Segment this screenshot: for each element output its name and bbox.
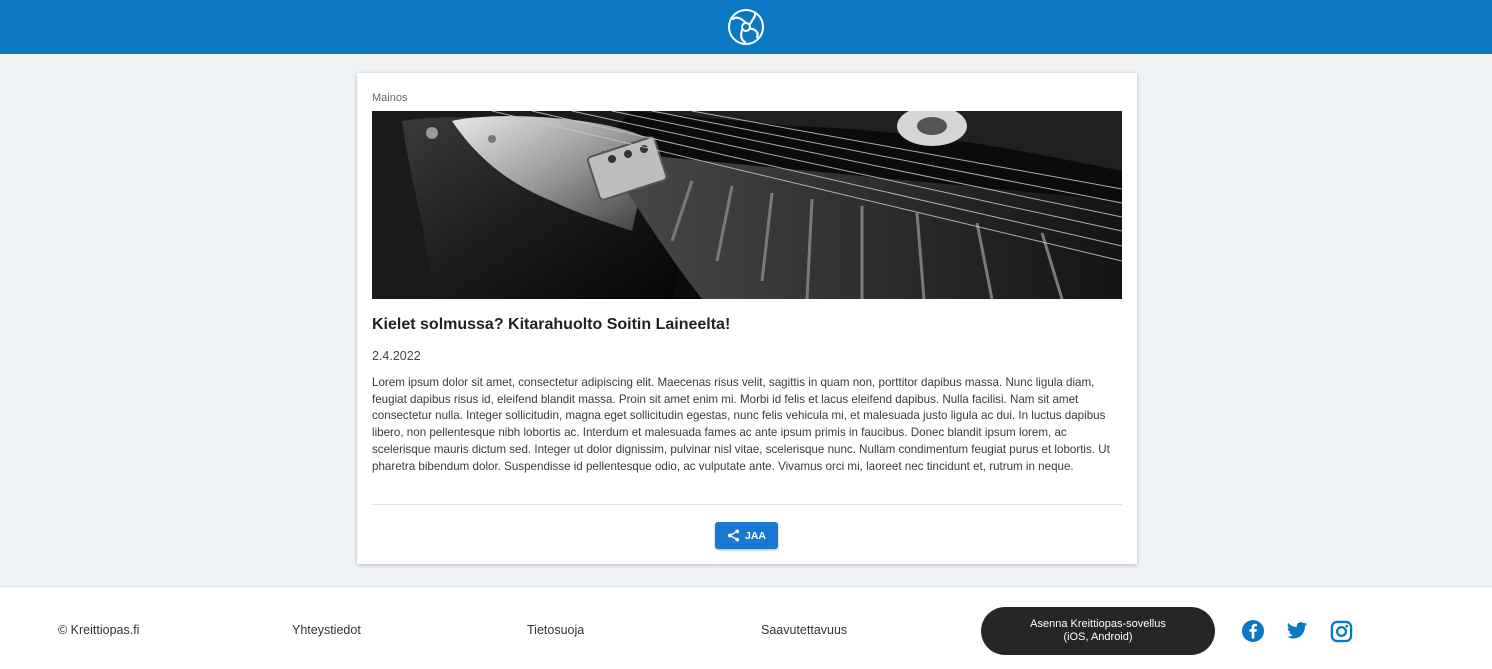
footer-link-contact[interactable]: Yhteystiedot bbox=[292, 623, 361, 637]
share-button[interactable]: JAA bbox=[715, 522, 778, 549]
article-card: Mainos Kielet solmussa? Kitarahuolto Soi… bbox=[357, 73, 1137, 564]
article-hero-image bbox=[372, 111, 1122, 299]
install-app-line2: (iOS, Android) bbox=[1063, 631, 1133, 643]
record-adapter-logo-icon[interactable] bbox=[726, 7, 766, 47]
electric-guitar-photo bbox=[372, 111, 1122, 299]
top-header-bar bbox=[0, 0, 1492, 54]
install-app-line1: Asenna Kreittiopas-sovellus bbox=[1030, 618, 1166, 630]
article-body: Lorem ipsum dolor sit amet, consectetur … bbox=[372, 376, 1110, 473]
twitter-icon[interactable] bbox=[1285, 619, 1309, 643]
ad-label: Mainos bbox=[372, 92, 408, 104]
facebook-icon[interactable] bbox=[1241, 619, 1265, 643]
article-date: 2.4.2022 bbox=[372, 349, 421, 363]
footer-link-accessibility[interactable]: Saavutettavuus bbox=[761, 623, 847, 637]
instagram-icon[interactable] bbox=[1329, 619, 1353, 643]
divider bbox=[372, 504, 1122, 505]
install-app-button[interactable]: Asenna Kreittiopas-sovellus (iOS, Androi… bbox=[981, 607, 1215, 655]
share-button-label: JAA bbox=[744, 529, 766, 542]
article-title: Kielet solmussa? Kitarahuolto Soitin Lai… bbox=[372, 316, 731, 333]
share-icon bbox=[727, 529, 740, 542]
footer: © Kreittiopas.fi Yhteystiedot Tietosuoja… bbox=[0, 586, 1492, 669]
copyright-text: © Kreittiopas.fi bbox=[58, 623, 140, 637]
footer-link-privacy[interactable]: Tietosuoja bbox=[527, 623, 584, 637]
